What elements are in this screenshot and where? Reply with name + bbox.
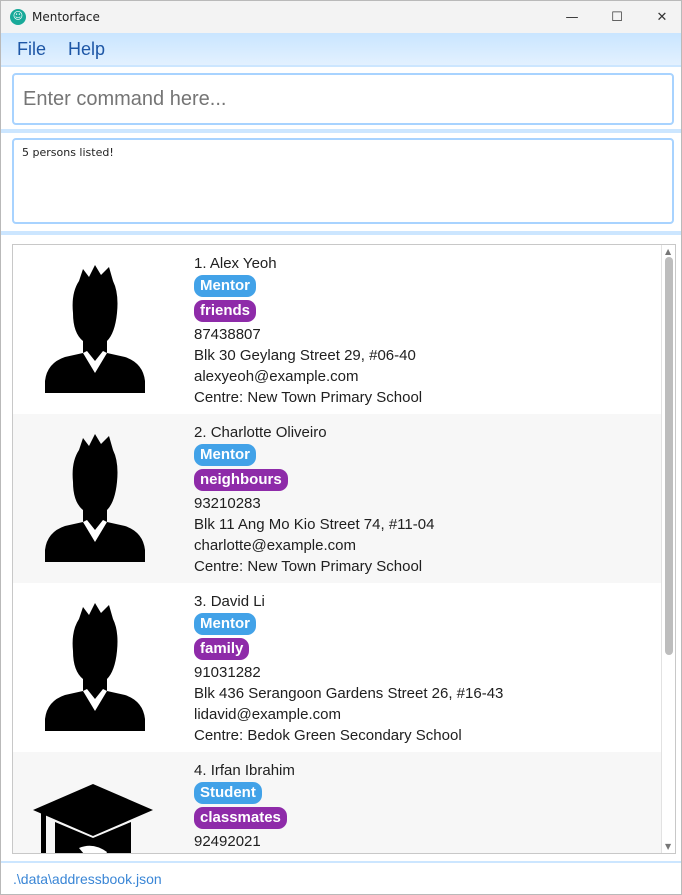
app-window: ☺ Mentorface — ☐ ✕ File Help 5 persons l…: [0, 0, 682, 895]
app-icon: ☺: [10, 9, 26, 25]
person-name: Alex Yeoh: [209, 255, 277, 272]
person-index: 1.: [194, 255, 207, 272]
person-details: 2. Charlotte Oliveiro Mentor neighbours …: [194, 422, 434, 577]
person-name: Charlotte Oliveiro: [210, 424, 327, 441]
person-phone: 92492021: [194, 833, 261, 850]
person-card[interactable]: 4. Irfan Ibrahim Student classmates 9249…: [13, 752, 661, 853]
role-tag: Mentor: [194, 444, 256, 466]
role-tag: Student: [194, 782, 262, 804]
group-tag: family: [194, 638, 250, 660]
person-centre: Centre: New Town Primary School: [194, 389, 423, 406]
person-list-panel: 1. Alex Yeoh Mentor friends 87438807 Blk…: [1, 233, 681, 861]
person-centre: Centre: New Town Primary School: [194, 558, 423, 575]
person-header: 1. Alex Yeoh: [194, 253, 422, 274]
person-address: Blk 30 Geylang Street 29, #06-40: [194, 347, 416, 364]
status-bar: .\data\addressbook.json: [1, 861, 681, 894]
person-address: Blk 11 Ang Mo Kio Street 74, #11-04: [194, 516, 435, 533]
person-index: 2.: [194, 424, 207, 441]
person-avatar-icon: [45, 603, 145, 731]
group-tag: classmates: [194, 807, 287, 829]
person-card[interactable]: 1. Alex Yeoh Mentor friends 87438807 Blk…: [13, 245, 661, 414]
person-avatar-icon: [45, 265, 145, 393]
person-phone: 91031282: [194, 664, 261, 681]
person-card[interactable]: 3. David Li Mentor family 91031282 Blk 4…: [13, 583, 661, 752]
person-list[interactable]: 1. Alex Yeoh Mentor friends 87438807 Blk…: [12, 244, 676, 854]
save-file-path: .\data\addressbook.json: [13, 871, 162, 887]
scroll-down-icon[interactable]: ▼: [665, 842, 671, 851]
close-button[interactable]: ✕: [639, 1, 681, 33]
person-name: David Li: [210, 593, 265, 610]
person-avatar-icon: [45, 434, 145, 562]
person-email: lidavid@example.com: [194, 706, 341, 723]
menu-bar: File Help: [1, 33, 681, 65]
person-email: charlotte@example.com: [194, 537, 356, 554]
result-panel: 5 persons listed!: [1, 131, 681, 233]
person-header: 3. David Li: [194, 591, 503, 612]
result-display[interactable]: 5 persons listed!: [12, 138, 674, 224]
maximize-button[interactable]: ☐: [594, 1, 640, 33]
minimize-button[interactable]: —: [549, 1, 595, 33]
scroll-thumb[interactable]: [665, 257, 673, 655]
person-index: 3.: [194, 593, 207, 610]
group-tag: neighbours: [194, 469, 288, 491]
person-centre: Centre: Bedok Green Secondary School: [194, 727, 462, 744]
window-title: Mentorface: [32, 10, 100, 24]
result-text: 5 persons listed!: [22, 146, 114, 159]
role-tag: Mentor: [194, 275, 256, 297]
person-details: 1. Alex Yeoh Mentor friends 87438807 Blk…: [194, 253, 422, 408]
graduation-cap-icon: [33, 784, 153, 853]
person-details: 3. David Li Mentor family 91031282 Blk 4…: [194, 591, 503, 746]
menu-file[interactable]: File: [9, 33, 54, 65]
person-index: 4.: [194, 762, 207, 779]
vertical-scrollbar[interactable]: ▲ ▼: [661, 245, 675, 853]
person-phone: 93210283: [194, 495, 261, 512]
title-bar[interactable]: ☺ Mentorface — ☐ ✕: [1, 1, 681, 33]
person-header: 2. Charlotte Oliveiro: [194, 422, 434, 443]
person-header: 4. Irfan Ibrahim: [194, 760, 295, 781]
person-email: alexyeoh@example.com: [194, 368, 359, 385]
role-tag: Mentor: [194, 613, 256, 635]
person-card[interactable]: 2. Charlotte Oliveiro Mentor neighbours …: [13, 414, 661, 583]
person-name: Irfan Ibrahim: [210, 762, 295, 779]
group-tag: friends: [194, 300, 257, 322]
scroll-up-icon[interactable]: ▲: [665, 247, 671, 256]
menu-help[interactable]: Help: [60, 33, 113, 65]
command-panel: [1, 65, 681, 131]
command-input[interactable]: [12, 73, 674, 125]
person-address: Blk 436 Serangoon Gardens Street 26, #16…: [194, 685, 504, 702]
person-phone: 87438807: [194, 326, 261, 343]
person-details: 4. Irfan Ibrahim Student classmates 9249…: [194, 760, 295, 852]
